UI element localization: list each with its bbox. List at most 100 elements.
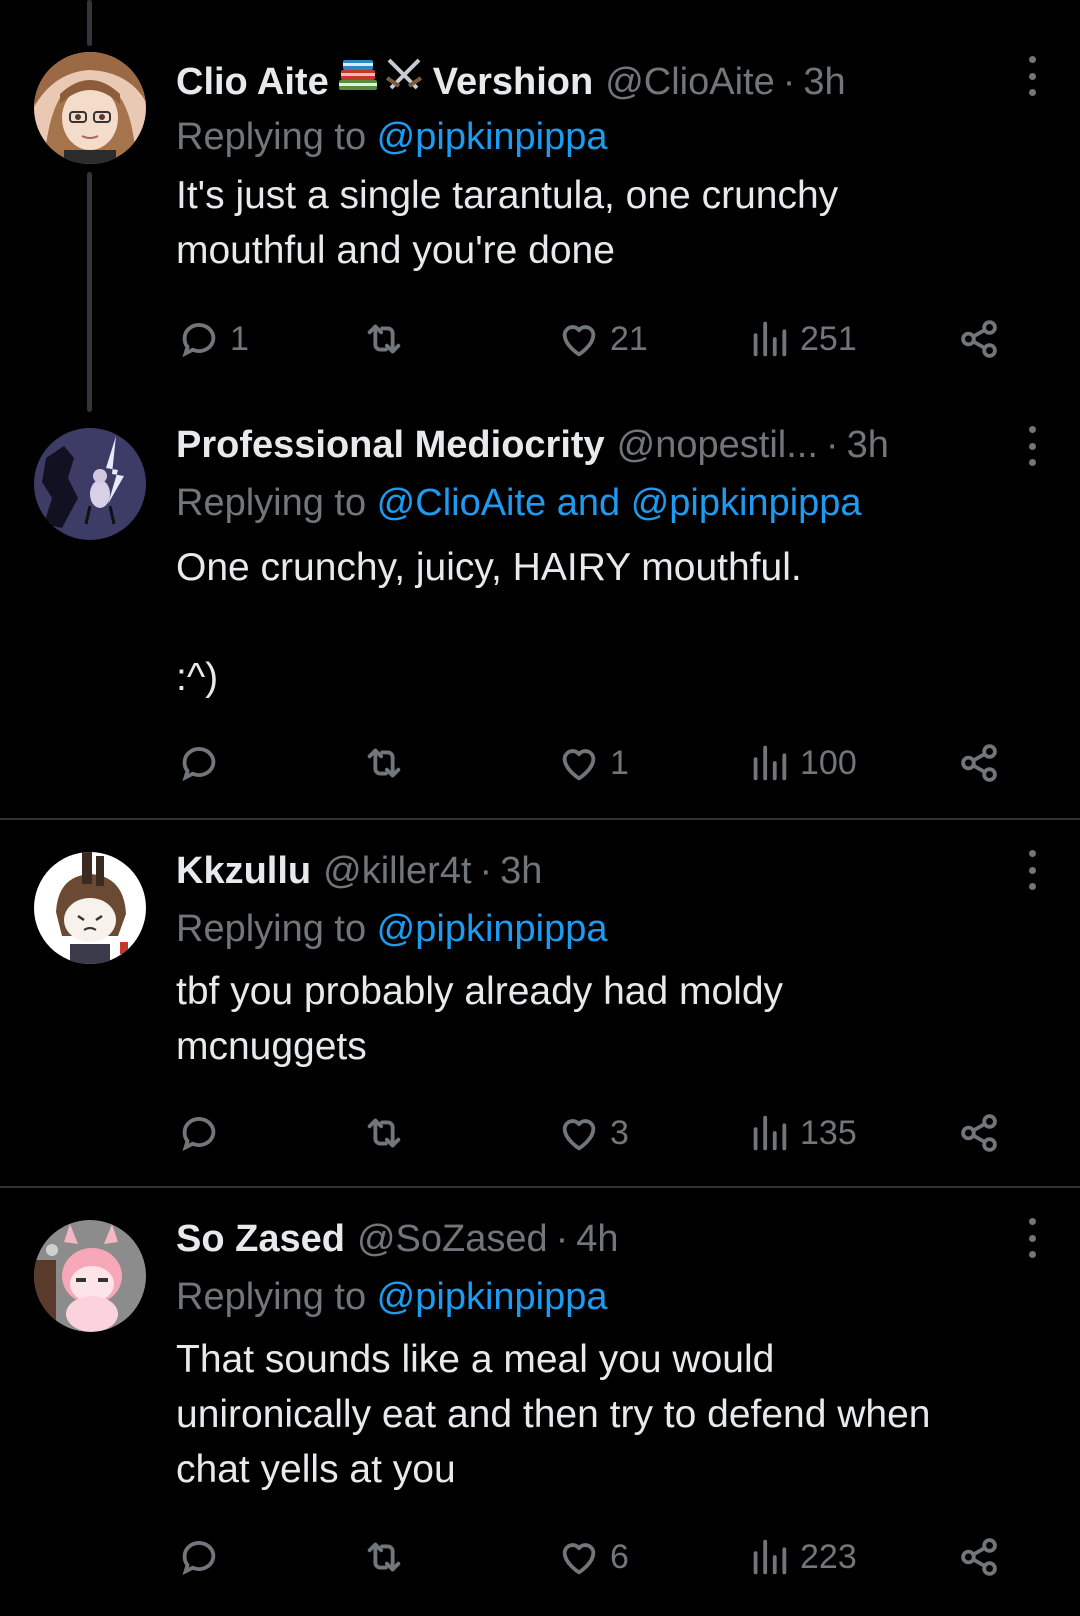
replying-to: Replying to @pipkinpippa <box>176 1272 608 1322</box>
heart-icon <box>562 1543 596 1575</box>
views-button[interactable]: 135 <box>746 1108 857 1158</box>
separator-dot: · <box>479 850 493 892</box>
reply-button[interactable]: 1 <box>176 314 249 364</box>
repost-arrows-icon <box>367 324 401 354</box>
crossed-swords-emoji-icon <box>385 58 422 90</box>
tweet-header: Kkzullu @killer4t · 3h <box>176 846 542 896</box>
share-nodes-icon <box>961 744 997 782</box>
bar-chart-icon <box>753 1115 787 1151</box>
speech-bubble-icon <box>182 323 216 358</box>
views-button[interactable]: 251 <box>746 314 857 364</box>
reply-count: 1 <box>230 319 249 358</box>
replying-to-label: Replying to <box>176 1276 377 1318</box>
share-button[interactable] <box>956 1532 1002 1582</box>
separator-dot: · <box>555 1218 569 1260</box>
like-count: 1 <box>610 743 629 782</box>
display-name[interactable]: Clio Aite <box>176 57 329 107</box>
more-options-icon[interactable] <box>1026 850 1038 890</box>
timestamp[interactable]: 3h <box>847 420 889 470</box>
like-button[interactable]: 6 <box>556 1532 629 1582</box>
mention-link[interactable]: @pipkinpippa <box>377 1276 608 1318</box>
view-count: 223 <box>800 1537 857 1576</box>
display-name[interactable]: So Zased <box>176 1214 345 1264</box>
share-button[interactable] <box>956 738 1002 788</box>
more-options-icon[interactable] <box>1026 56 1038 96</box>
display-name[interactable]: Kkzullu <box>176 846 311 896</box>
repost-arrows-icon <box>367 1118 401 1148</box>
reply-button[interactable] <box>176 738 230 788</box>
mention-link[interactable]: @pipkinpippa <box>377 908 608 950</box>
repost-button[interactable] <box>361 1108 415 1158</box>
action-bar: 1 21 251 <box>176 314 1036 364</box>
avatar[interactable] <box>34 1220 146 1332</box>
timestamp[interactable]: 3h <box>803 57 845 107</box>
like-count: 21 <box>610 319 648 358</box>
separator-dot: · <box>782 61 796 103</box>
more-options-icon[interactable] <box>1026 426 1038 466</box>
avatar[interactable] <box>34 852 146 964</box>
tweet-text: One crunchy, juicy, HAIRY mouthful. :^) <box>176 546 802 699</box>
bar-chart-icon <box>753 321 787 357</box>
repost-button[interactable] <box>361 738 415 788</box>
mention-link[interactable]: @ClioAite and @pipkinpippa <box>377 482 862 524</box>
reply-button[interactable] <box>176 1532 230 1582</box>
repost-button[interactable] <box>361 314 415 364</box>
heart-icon <box>562 325 596 357</box>
like-button[interactable]: 3 <box>556 1108 629 1158</box>
repost-arrows-icon <box>367 1542 401 1572</box>
reply-button[interactable] <box>176 1108 230 1158</box>
timestamp[interactable]: 3h <box>500 846 542 896</box>
handle[interactable]: @nopestil... <box>617 420 818 470</box>
replying-to: Replying to @ClioAite and @pipkinpippa <box>176 478 862 528</box>
replying-to-label: Replying to <box>176 116 377 158</box>
handle[interactable]: @killer4t <box>323 846 471 896</box>
share-button[interactable] <box>956 314 1002 364</box>
handle[interactable]: @ClioAite <box>605 57 775 107</box>
views-button[interactable]: 223 <box>746 1532 857 1582</box>
mention-link[interactable]: @pipkinpippa <box>377 116 608 158</box>
bar-chart-icon <box>753 745 787 781</box>
separator-dot: · <box>825 424 839 466</box>
name-emoji-group <box>335 54 427 94</box>
display-name[interactable]: Professional Mediocrity <box>176 420 605 470</box>
thread-line-connector <box>87 172 92 412</box>
replying-to-label: Replying to <box>176 482 377 524</box>
view-count: 251 <box>800 319 857 358</box>
speech-bubble-icon <box>182 747 216 782</box>
action-bar: 1 100 <box>176 738 1036 788</box>
repost-button[interactable] <box>361 1532 415 1582</box>
like-button[interactable]: 1 <box>556 738 629 788</box>
tweet-text: tbf you probably already had moldy mcnug… <box>176 970 784 1068</box>
heart-icon <box>562 749 596 781</box>
replying-to: Replying to @pipkinpippa <box>176 112 608 162</box>
replying-to-label: Replying to <box>176 908 377 950</box>
tweet-header: Clio Aite Vershion @ClioAite · 3h <box>176 54 846 107</box>
action-bar: 6 223 <box>176 1532 1036 1582</box>
share-nodes-icon <box>961 320 997 358</box>
tweet-text: It's just a single tarantula, one crunch… <box>176 174 839 272</box>
display-name-suffix[interactable]: Vershion <box>433 57 594 107</box>
share-nodes-icon <box>961 1114 997 1152</box>
view-count: 100 <box>800 743 857 782</box>
timestamp[interactable]: 4h <box>576 1214 618 1264</box>
share-nodes-icon <box>961 1538 997 1576</box>
share-button[interactable] <box>956 1108 1002 1158</box>
thread-line-top <box>87 0 92 46</box>
avatar[interactable] <box>34 52 146 164</box>
more-options-icon[interactable] <box>1026 1218 1038 1258</box>
like-count: 6 <box>610 1537 629 1576</box>
books-emoji-icon <box>338 60 377 90</box>
divider <box>0 1186 1080 1188</box>
heart-icon <box>562 1119 596 1151</box>
like-count: 3 <box>610 1113 629 1152</box>
tweet-text: That sounds like a meal you would uniron… <box>176 1338 931 1491</box>
handle[interactable]: @SoZased <box>357 1214 548 1264</box>
views-button[interactable]: 100 <box>746 738 857 788</box>
avatar[interactable] <box>34 428 146 540</box>
replying-to: Replying to @pipkinpippa <box>176 904 608 954</box>
action-bar: 3 135 <box>176 1108 1036 1158</box>
tweet-header: So Zased @SoZased · 4h <box>176 1214 619 1264</box>
repost-arrows-icon <box>367 748 401 778</box>
bar-chart-icon <box>753 1539 787 1575</box>
like-button[interactable]: 21 <box>556 314 648 364</box>
